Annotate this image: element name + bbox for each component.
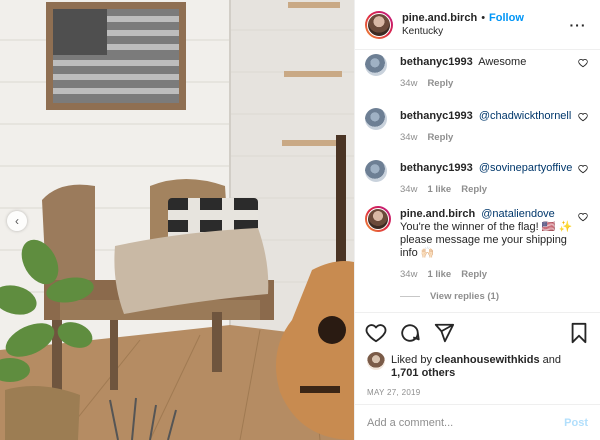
commenter-avatar[interactable] (365, 206, 391, 232)
comment-like-heart-icon[interactable] (578, 112, 588, 122)
liker-avatar[interactable] (367, 352, 385, 370)
comment-item: bethanyc1993 @sovinepartyoffive 34w 1 li… (365, 158, 588, 206)
commenter-avatar[interactable] (365, 108, 387, 130)
heart-icon[interactable] (365, 322, 387, 344)
comment-mention[interactable]: @chadwickthornell (479, 110, 572, 122)
comment-text: You're the winner of the flag! 🇺🇸 ✨ plea… (400, 221, 573, 259)
comment-item: pine.and.birch @nataliendove You're the … (365, 206, 588, 280)
commenter-avatar[interactable] (365, 54, 387, 76)
post-header: pine.and.birch • Follow Kentucky ··· (355, 0, 600, 50)
comment-time[interactable]: 34w (400, 184, 417, 195)
comment-username[interactable]: bethanyc1993 (400, 56, 473, 68)
author-info: pine.and.birch • Follow Kentucky (402, 12, 568, 37)
comment-like-heart-icon[interactable] (578, 164, 588, 174)
comment-item: bethanyc1993 @chadwickthornell 34w Reply (365, 106, 588, 158)
commenter-avatar[interactable] (365, 160, 387, 182)
likes-count[interactable]: 1,701 others (391, 367, 455, 379)
comment-time[interactable]: 34w (400, 269, 417, 280)
liked-by-and: and (542, 354, 561, 366)
comment-item: bethanyc1993 Awesome 34w Reply (365, 52, 588, 106)
post-date[interactable]: MAY 27, 2019 (355, 382, 600, 404)
view-replies-label: View replies (1) (430, 291, 499, 302)
comment-mention[interactable]: @sovinepartyoffive (479, 162, 573, 174)
reply-button[interactable]: Reply (461, 269, 487, 280)
separator-dot: • (481, 12, 486, 24)
post-photo[interactable]: ‹ (0, 0, 354, 440)
send-icon[interactable] (433, 322, 455, 344)
replies-divider-line (400, 296, 420, 297)
likes-summary: Liked by cleanhousewithkids and 1,701 ot… (355, 352, 600, 382)
comment-likes[interactable]: 1 like (427, 184, 451, 195)
comment-icon[interactable] (399, 322, 421, 344)
comment-time[interactable]: 34w (400, 132, 417, 143)
post-comment-button[interactable]: Post (564, 417, 588, 429)
view-replies-button[interactable]: View replies (1) (400, 291, 588, 302)
chevron-left-icon: ‹ (15, 213, 19, 228)
liked-by-prefix: Liked by (391, 354, 432, 366)
reply-button[interactable]: Reply (427, 132, 453, 143)
comment-username[interactable]: pine.and.birch (400, 208, 475, 220)
liker-username[interactable]: cleanhousewithkids (435, 354, 540, 366)
post-location[interactable]: Kentucky (402, 26, 568, 37)
comment-time[interactable]: 34w (400, 78, 417, 89)
reply-button[interactable]: Reply (427, 78, 453, 89)
comment-like-heart-icon[interactable] (578, 58, 588, 68)
room-scene-illustration (0, 0, 354, 440)
comment-input[interactable] (367, 416, 565, 429)
previous-photo-button[interactable]: ‹ (7, 211, 27, 231)
comment-username[interactable]: bethanyc1993 (400, 110, 473, 122)
author-avatar[interactable] (365, 10, 393, 39)
comment-mention[interactable]: @nataliendove (481, 208, 555, 220)
comments-list[interactable]: bethanyc1993 Awesome 34w Reply bethanyc1… (355, 50, 600, 312)
bookmark-icon[interactable] (568, 322, 590, 344)
add-comment-bar: Post (355, 404, 600, 440)
comment-likes[interactable]: 1 like (427, 269, 451, 280)
comment-text: Awesome (478, 56, 527, 68)
comment-username[interactable]: bethanyc1993 (400, 162, 473, 174)
instagram-post: ‹ pine.and.birch • Follow Kentucky ··· b… (0, 0, 600, 440)
author-username[interactable]: pine.and.birch (402, 12, 477, 24)
more-horizontal-icon[interactable]: ··· (568, 17, 588, 33)
follow-button[interactable]: Follow (489, 12, 524, 24)
post-details-panel: pine.and.birch • Follow Kentucky ··· bet… (354, 0, 600, 440)
reply-button[interactable]: Reply (461, 184, 487, 195)
comment-like-heart-icon[interactable] (578, 212, 588, 222)
action-bar (355, 312, 600, 352)
